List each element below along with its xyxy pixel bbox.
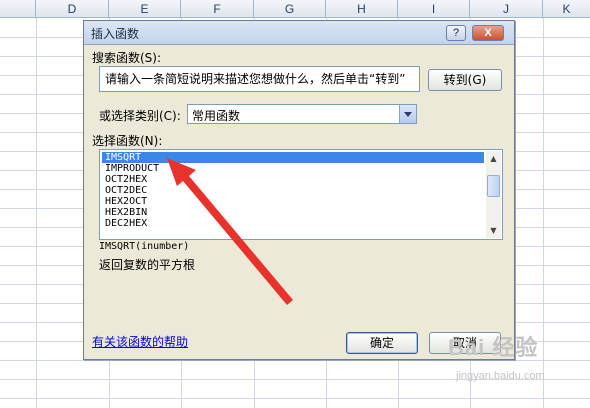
- help-button[interactable]: ?: [446, 25, 466, 41]
- list-item[interactable]: IMSQRT: [102, 152, 484, 163]
- list-item[interactable]: IMPRODUCT: [102, 163, 484, 174]
- category-label: 或选择类别(C):: [99, 109, 181, 123]
- watermark-url: jingyan.baidu.com: [456, 370, 545, 382]
- gridline: [36, 18, 37, 408]
- column-header-bar: D E F G H I J K: [0, 0, 590, 18]
- function-syntax: IMSQRT(inumber): [99, 241, 190, 252]
- search-label: 搜索函数(S):: [92, 51, 162, 65]
- column-header-h[interactable]: H: [326, 0, 398, 18]
- column-header-i[interactable]: I: [398, 0, 470, 18]
- search-input[interactable]: 请输入一条简短说明来描述您想做什么，然后单击“转到”: [99, 66, 420, 92]
- scroll-down-icon[interactable]: ▼: [487, 224, 500, 237]
- chevron-down-icon[interactable]: [399, 105, 416, 123]
- column-header-partial[interactable]: [0, 0, 36, 18]
- dialog-title: 插入函数: [91, 27, 140, 41]
- ok-button[interactable]: 确定: [346, 332, 418, 354]
- function-description: 返回复数的平方根: [99, 258, 196, 272]
- column-header-k[interactable]: K: [543, 0, 590, 18]
- list-item[interactable]: OCT2HEX: [102, 174, 484, 185]
- scroll-thumb[interactable]: [487, 175, 500, 197]
- column-header-j[interactable]: J: [470, 0, 543, 18]
- watermark: Bai 经验 jingyan.baidu.com: [448, 330, 580, 390]
- insert-function-dialog: 插入函数 ? X 搜索函数(S): 请输入一条简短说明来描述您想做什么，然后单击…: [83, 20, 515, 360]
- scroll-up-icon[interactable]: ▲: [487, 152, 500, 165]
- function-listbox[interactable]: IMSQRT IMPRODUCT OCT2HEX OCT2DEC HEX2OCT…: [99, 149, 503, 240]
- function-list-label: 选择函数(N):: [92, 134, 163, 148]
- dialog-titlebar[interactable]: 插入函数 ? X: [84, 21, 514, 45]
- watermark-logo: Bai 经验: [448, 335, 539, 360]
- list-item[interactable]: DEC2HEX: [102, 218, 484, 229]
- go-button[interactable]: 转到(G): [428, 69, 502, 91]
- column-header-f[interactable]: F: [181, 0, 254, 18]
- function-help-link[interactable]: 有关该函数的帮助: [92, 333, 188, 350]
- list-item[interactable]: OCT2DEC: [102, 185, 484, 196]
- category-value: 常用函数: [192, 109, 241, 123]
- column-header-g[interactable]: G: [254, 0, 326, 18]
- column-header-e[interactable]: E: [109, 0, 181, 18]
- category-select[interactable]: 常用函数: [187, 104, 417, 124]
- list-scrollbar[interactable]: ▲ ▼: [486, 151, 501, 238]
- gridline: [0, 398, 590, 399]
- close-button[interactable]: X: [472, 25, 504, 41]
- list-item[interactable]: HEX2OCT: [102, 196, 484, 207]
- list-item[interactable]: HEX2BIN: [102, 207, 484, 218]
- column-header-d[interactable]: D: [36, 0, 109, 18]
